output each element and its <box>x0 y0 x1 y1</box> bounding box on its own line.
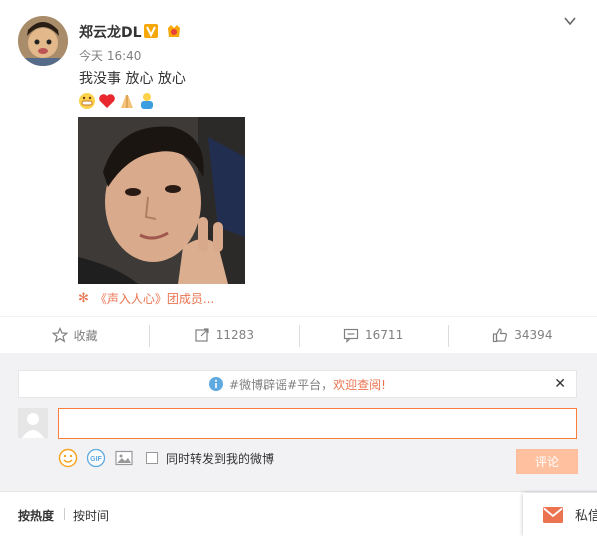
post-timestamp[interactable]: 今天 16:40 <box>79 47 141 64</box>
grin-emoji-icon <box>78 92 96 110</box>
hug-emoji-icon <box>138 92 156 110</box>
emoji-picker-icon[interactable] <box>58 448 78 468</box>
image-upload-icon[interactable] <box>114 448 134 468</box>
favorite-button[interactable]: 收藏 <box>0 317 149 353</box>
gif-icon[interactable]: GIF <box>86 448 106 468</box>
post-photo[interactable] <box>78 117 245 284</box>
sort-divider <box>64 508 65 520</box>
action-bar: 收藏 11283 16711 34394 <box>0 316 597 360</box>
verified-badge-icon[interactable] <box>144 24 158 38</box>
repost-count: 11283 <box>215 328 254 342</box>
my-avatar <box>18 408 48 438</box>
notice-text[interactable]: #微博辟谣#平台， <box>229 378 333 392</box>
rank-badge-icon[interactable] <box>166 23 182 39</box>
svg-text:GIF: GIF <box>90 456 102 463</box>
comment-panel: #微博辟谣#平台，欢迎查阅! ✕ GIF 同时转发到我的微博 评论 按热度 按时… <box>0 353 597 536</box>
pray-emoji-icon <box>118 92 136 110</box>
submit-comment-button[interactable]: 评论 <box>516 449 578 474</box>
sort-by-time-tab[interactable]: 按时间 <box>73 507 109 524</box>
thumbs-up-icon <box>493 328 508 343</box>
mail-icon <box>543 506 563 523</box>
username[interactable]: 郑云龙DL <box>79 22 142 42</box>
like-button[interactable]: 34394 <box>447 317 597 353</box>
comment-icon <box>343 328 359 343</box>
comment-tools: GIF 同时转发到我的微博 <box>58 448 274 468</box>
avatar[interactable] <box>18 16 68 66</box>
emoji-row <box>78 92 156 110</box>
comment-count: 16711 <box>365 328 404 342</box>
repost-icon <box>195 328 209 342</box>
chevron-down-icon[interactable] <box>563 14 577 28</box>
private-message-label: 私信 <box>575 509 597 524</box>
repost-button[interactable]: 11283 <box>149 317 298 353</box>
rumor-notice-bar: #微博辟谣#平台，欢迎查阅! ✕ <box>18 370 577 398</box>
super-topic-icon: ✻ <box>78 291 89 306</box>
info-icon <box>209 377 224 391</box>
source-link[interactable]: ✻ 《声入人心》团成员... <box>78 290 214 307</box>
comment-input[interactable] <box>58 408 577 439</box>
notice-link[interactable]: 欢迎查阅! <box>333 378 386 392</box>
sort-bar: 按热度 按时间 <box>0 491 597 536</box>
favorite-label: 收藏 <box>73 328 98 343</box>
repost-checkbox[interactable] <box>146 452 158 464</box>
post-text: 我没事 放心 放心 <box>79 71 186 87</box>
close-icon[interactable]: ✕ <box>554 376 566 392</box>
comment-button[interactable]: 16711 <box>298 317 448 360</box>
heart-emoji-icon <box>98 92 116 110</box>
star-icon <box>51 327 68 343</box>
private-message-widget[interactable]: 私信 <box>523 493 597 536</box>
repost-checkbox-label[interactable]: 同时转发到我的微博 <box>166 450 274 467</box>
like-count: 34394 <box>514 328 553 342</box>
sort-by-hot-tab[interactable]: 按热度 <box>18 507 54 524</box>
source-link-label[interactable]: 《声入人心》团成员... <box>95 290 214 307</box>
